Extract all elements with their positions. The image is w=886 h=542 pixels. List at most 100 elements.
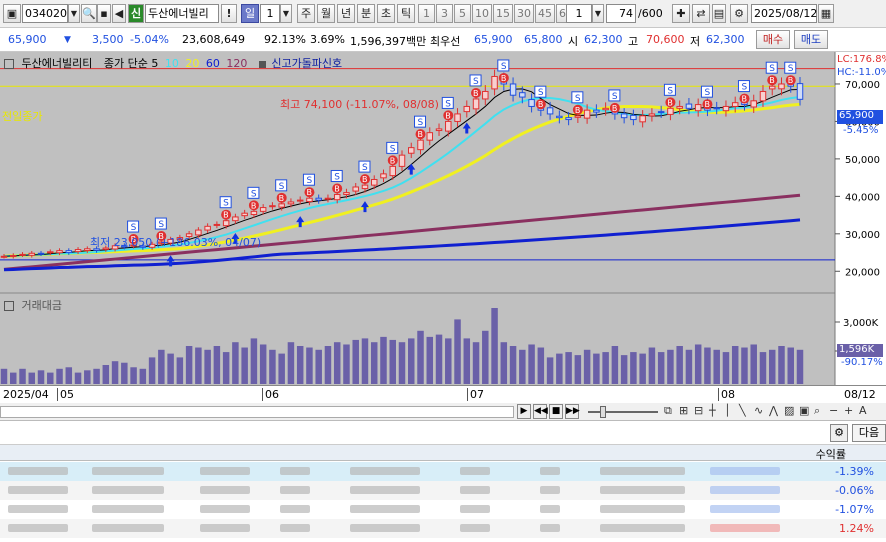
date-input[interactable]: 2025/08/12 bbox=[751, 4, 817, 23]
zoom-search-icon[interactable]: ⌕ bbox=[814, 404, 820, 418]
volume-bar bbox=[574, 355, 582, 384]
minute-button-45[interactable]: 45 bbox=[535, 4, 555, 23]
volume-bar bbox=[259, 344, 267, 384]
minute-button-1[interactable]: 1 bbox=[418, 4, 435, 23]
minute-button-10[interactable]: 10 bbox=[472, 4, 492, 23]
compare-icon[interactable]: ⇄ bbox=[692, 4, 710, 23]
period-num-input[interactable]: 1 bbox=[260, 4, 280, 23]
chart-legend: 두산에너빌리티 종가 단순 5 10 20 60 120 신고가돌파신호 bbox=[4, 55, 342, 71]
next-button[interactable]: 다음 bbox=[852, 424, 886, 442]
image-icon[interactable]: ▣ bbox=[799, 404, 809, 417]
rewind-icon[interactable]: ◀◀ bbox=[533, 404, 548, 419]
forward-icon[interactable]: ▶▶ bbox=[565, 404, 580, 419]
table-row[interactable]: -1.39% bbox=[0, 462, 886, 481]
sell-signal-letter: S bbox=[667, 86, 673, 96]
minute-button-3[interactable]: 3 bbox=[436, 4, 453, 23]
table-row[interactable]: 1.24% bbox=[0, 519, 886, 538]
candle-body bbox=[232, 216, 239, 222]
trend-icon[interactable]: ╲ bbox=[739, 404, 746, 417]
buy-sell-marker: SB bbox=[386, 141, 399, 166]
table-row[interactable]: -1.07% bbox=[0, 500, 886, 519]
copy-icon[interactable]: ⧉ bbox=[664, 404, 672, 418]
candle-body bbox=[296, 199, 304, 202]
high-value: 70,600 bbox=[646, 33, 685, 46]
wave-icon[interactable]: ∿ bbox=[754, 404, 763, 417]
buy-sell-marker: SB bbox=[737, 80, 750, 104]
candle-body bbox=[259, 207, 267, 212]
count-dropdown-icon[interactable]: ▼ bbox=[592, 4, 604, 23]
stop-icon[interactable]: ■ bbox=[549, 404, 563, 419]
sell-signal-letter: S bbox=[279, 182, 285, 192]
count-input[interactable]: 74 bbox=[606, 4, 636, 23]
period-button-1[interactable]: 월 bbox=[317, 4, 335, 23]
period-button-4[interactable]: 초 bbox=[377, 4, 395, 23]
calendar-icon[interactable]: ▦ bbox=[818, 4, 834, 23]
alert-button[interactable]: ! bbox=[221, 4, 237, 23]
zoom-out-icon[interactable]: − bbox=[829, 404, 838, 417]
period-button-0[interactable]: 주 bbox=[297, 4, 315, 23]
price-tick-label: 30,000 bbox=[845, 230, 880, 241]
zoom-slider[interactable] bbox=[588, 411, 658, 413]
volume-bar bbox=[0, 368, 8, 384]
change-value: 3,500 bbox=[92, 33, 124, 46]
volume-bar bbox=[352, 339, 359, 384]
window-icon[interactable]: ▣ bbox=[3, 4, 21, 23]
buy-button[interactable]: 매수 bbox=[756, 30, 790, 49]
table-row[interactable]: -0.06% bbox=[0, 481, 886, 500]
pattern-icon[interactable]: ⋀ bbox=[769, 404, 778, 417]
scroll-right-icon[interactable]: ▶ bbox=[517, 404, 531, 419]
volume-bar bbox=[750, 344, 757, 384]
candle-body bbox=[222, 220, 230, 227]
buy-sell-marker: SB bbox=[571, 91, 584, 115]
volume-settings-icon[interactable] bbox=[4, 301, 14, 311]
table-settings-gear-icon[interactable]: ⚙ bbox=[830, 424, 848, 442]
search-icon[interactable]: 🔍 bbox=[81, 4, 97, 23]
grid-icon[interactable]: ⊞ bbox=[679, 404, 688, 417]
volume-bar bbox=[667, 349, 674, 384]
candle-body bbox=[676, 105, 683, 109]
zoom-slider-handle[interactable] bbox=[600, 406, 606, 418]
period-button-5[interactable]: 틱 bbox=[397, 4, 415, 23]
add-indicator-icon[interactable]: ✚ bbox=[672, 4, 690, 23]
sell-signal-letter: S bbox=[251, 189, 257, 199]
overlay-icon[interactable]: ⊟ bbox=[694, 404, 703, 417]
speaker-icon[interactable]: ◀ bbox=[112, 4, 126, 23]
minute-button-5[interactable]: 5 bbox=[454, 4, 471, 23]
count-unit-input[interactable]: 1 bbox=[566, 4, 592, 23]
period-dropdown-icon[interactable]: ▼ bbox=[280, 4, 292, 23]
save-icon[interactable]: ▤ bbox=[712, 4, 726, 23]
chart-settings-icon[interactable] bbox=[4, 59, 14, 69]
recent-icon[interactable]: ▪ bbox=[97, 4, 111, 23]
sell-button[interactable]: 매도 bbox=[794, 30, 828, 49]
period-button-2[interactable]: 년 bbox=[337, 4, 355, 23]
axis-bg bbox=[835, 52, 886, 386]
code-dropdown-icon[interactable]: ▼ bbox=[68, 4, 80, 23]
period-button-3[interactable]: 분 bbox=[357, 4, 375, 23]
candle-body bbox=[722, 105, 730, 112]
minute-button-30[interactable]: 30 bbox=[514, 4, 534, 23]
period-day-button[interactable]: 일 bbox=[241, 4, 259, 23]
minute-button-15[interactable]: 15 bbox=[493, 4, 513, 23]
candle-body bbox=[10, 255, 17, 258]
candle-body bbox=[750, 100, 757, 108]
volume-bar bbox=[509, 346, 517, 384]
chart-area[interactable]: SBSBSBSBSBSBSBSBSBSBSBSBSBSBSBSBSBSBSBSB… bbox=[0, 52, 886, 402]
return-cell: -1.39% bbox=[835, 465, 874, 478]
volume-tick-label: 3,000K bbox=[843, 318, 879, 329]
buy-signal-letter: B bbox=[279, 194, 285, 203]
text-icon[interactable]: A bbox=[859, 404, 867, 417]
zoom-in-icon[interactable]: + bbox=[844, 404, 853, 417]
candle-body bbox=[454, 113, 461, 122]
draw-line-icon[interactable]: │ bbox=[724, 404, 731, 417]
sell-signal-letter: S bbox=[788, 64, 794, 74]
volume-bar bbox=[343, 344, 350, 384]
settings-gear-icon[interactable]: ⚙ bbox=[730, 4, 748, 23]
horizontal-scrollbar[interactable] bbox=[0, 406, 514, 418]
price-chart-svg[interactable]: SBSBSBSBSBSBSBSBSBSBSBSBSBSBSBSBSBSBSBSB… bbox=[0, 52, 886, 386]
stock-code-input[interactable]: 034020 bbox=[22, 4, 68, 23]
sell-signal-letter: S bbox=[575, 94, 581, 104]
crosshair-icon[interactable]: ┼ bbox=[709, 404, 716, 417]
palette-icon[interactable]: ▨ bbox=[784, 404, 794, 417]
candle-body bbox=[565, 117, 572, 121]
volume-bar bbox=[148, 357, 156, 384]
